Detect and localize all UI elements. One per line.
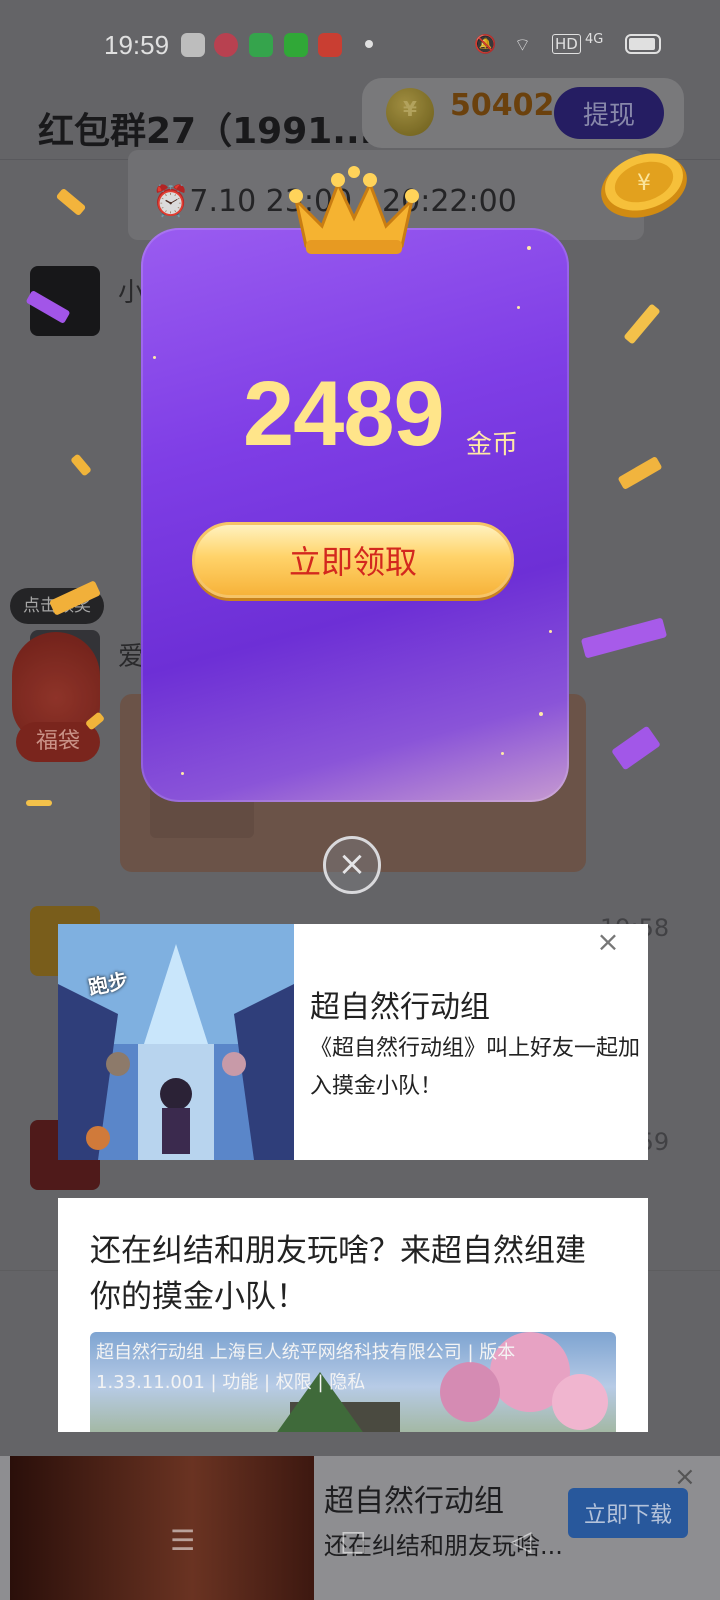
ad-app-meta: 超自然行动组 上海巨人统平网络科技有限公司 | 版本 1.33.11.001 |…: [96, 1342, 516, 1393]
close-icon[interactable]: ×: [674, 1462, 696, 1492]
ad-game-image[interactable]: 跑步: [58, 924, 294, 1160]
close-icon[interactable]: ×: [323, 836, 381, 894]
ad-headline: 还在纠结和朋友玩啥？来超自然组建你的摸金小队！: [90, 1233, 586, 1315]
confetti-piece: [26, 800, 52, 806]
ad-card-small[interactable]: 跑步 超自然行动组 《超自然行动组》叫上好友一起加入摸金小队！ ×: [58, 924, 648, 1160]
crown-icon: [289, 166, 419, 254]
sparkle: [517, 306, 520, 309]
ad-title: 超自然行动组: [324, 1484, 504, 1519]
claim-now-button[interactable]: 立即领取: [192, 522, 514, 598]
sparkle: [527, 246, 531, 250]
sparkle: [181, 772, 184, 775]
close-icon[interactable]: ×: [596, 928, 620, 956]
game-scene-image: [58, 924, 294, 1160]
home-icon[interactable]: □: [340, 1524, 366, 1557]
ad-description: 《超自然行动组》叫上好友一起加入摸金小队！: [310, 1036, 641, 1099]
svg-text:¥: ¥: [637, 171, 651, 196]
reward-popup: [141, 228, 569, 802]
reward-amount: 2489: [243, 363, 445, 465]
sparkle: [539, 712, 543, 716]
sparkle: [153, 356, 156, 359]
coin-icon: ¥: [601, 153, 687, 218]
sparkle: [549, 630, 552, 633]
ad-card-large[interactable]: 还在纠结和朋友玩啥？来超自然组建你的摸金小队！ 超自然行动组 上海巨人统平网络科…: [58, 1198, 648, 1432]
back-icon[interactable]: ◁: [510, 1524, 532, 1557]
menu-icon[interactable]: ☰: [170, 1524, 195, 1557]
ad-thumbnail[interactable]: [10, 1456, 314, 1600]
sparkle: [501, 752, 504, 755]
download-now-button[interactable]: 立即下载: [568, 1488, 688, 1538]
reward-unit: 金币: [466, 430, 519, 460]
ad-title[interactable]: 超自然行动组: [310, 982, 490, 1026]
ad-banner-image[interactable]: 超自然行动组 上海巨人统平网络科技有限公司 | 版本 1.33.11.001 |…: [90, 1332, 616, 1432]
